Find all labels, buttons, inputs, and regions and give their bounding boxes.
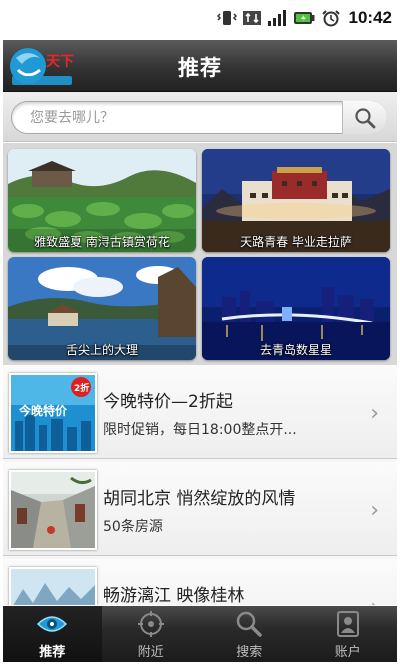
tile-caption: 舌尖上的大理 xyxy=(65,343,138,357)
data-transfer-icon xyxy=(242,11,261,25)
tile-caption: 去青岛数星星 xyxy=(259,343,332,357)
promo-grid: 雅致盛夏 南浔古镇赏荷花 天路青春 毕业走拉萨 舌尖上的大理 去青岛数星星 xyxy=(3,143,397,365)
chevron-right-icon: › xyxy=(370,401,379,426)
thumb-text: 今晚特价 xyxy=(18,403,68,418)
list-item-guilin[interactable]: 畅游漓江 映像桂林 › xyxy=(3,559,397,605)
night-city-image: 2折 今晚特价 xyxy=(11,375,95,451)
tab-search[interactable]: 搜索 xyxy=(200,606,299,662)
guilin-thumbnail xyxy=(9,567,97,605)
promo-tile-lhasa[interactable]: 天路青春 毕业走拉萨 xyxy=(202,149,390,252)
tab-label: 推荐 xyxy=(39,645,66,660)
list-item-tonight-deals[interactable]: 2折 今晚特价 今晚特价—2折起 限时促销，每日18:00整点开... › xyxy=(3,365,397,459)
search-icon xyxy=(355,107,376,128)
tab-account[interactable]: 账户 xyxy=(299,606,398,662)
account-icon xyxy=(336,611,359,637)
promo-tile-lotus[interactable]: 雅致盛夏 南浔古镇赏荷花 xyxy=(8,149,196,252)
status-icons: 10:42 xyxy=(216,8,392,28)
hutong-alley-image xyxy=(11,472,95,548)
signal-icon xyxy=(267,10,286,26)
list-item-subtitle: 50条房源 xyxy=(103,519,163,535)
list-item-subtitle: 限时促销，每日18:00整点开... xyxy=(103,422,297,438)
list-item-beijing-hutong[interactable]: 胡同北京 悄然绽放的风情 50条房源 › xyxy=(3,462,397,556)
battery-icon xyxy=(293,12,315,24)
list-item-title: 今晚特价—2折起 xyxy=(103,392,233,412)
search-icon xyxy=(237,611,262,637)
bottom-tab-bar: 推荐 附近 搜索 账户 xyxy=(3,606,397,662)
thumb-badge: 2折 xyxy=(74,382,89,394)
tab-label: 搜索 xyxy=(236,645,263,660)
chevron-right-icon: › xyxy=(370,498,379,523)
page-title: 推荐 xyxy=(178,56,222,80)
tile-caption: 雅致盛夏 南浔古镇赏荷花 xyxy=(34,235,170,249)
guilin-river-image xyxy=(11,569,95,605)
tonight-deal-thumbnail: 2折 今晚特价 xyxy=(9,373,97,453)
list-item-title: 胡同北京 悄然绽放的风情 xyxy=(103,489,296,509)
alarm-clock-icon xyxy=(321,10,340,27)
status-time: 10:42 xyxy=(348,8,392,27)
tab-label: 附近 xyxy=(137,645,164,660)
list-item-title: 畅游漓江 映像桂林 xyxy=(103,586,245,605)
tab-label: 账户 xyxy=(334,645,361,660)
tab-recommend[interactable]: 推荐 xyxy=(3,606,102,662)
search-input[interactable] xyxy=(11,101,387,134)
promo-tile-qingdao[interactable]: 去青岛数星星 xyxy=(202,257,390,360)
search-bar xyxy=(3,92,397,142)
promo-tile-dali[interactable]: 舌尖上的大理 xyxy=(8,257,196,360)
eye-icon xyxy=(37,616,68,632)
hutong-thumbnail xyxy=(9,470,97,550)
tile-caption: 天路青春 毕业走拉萨 xyxy=(240,235,352,249)
tab-nearby[interactable]: 附近 xyxy=(102,606,201,662)
chevron-right-icon: › xyxy=(370,595,379,605)
status-bar: 10:42 xyxy=(0,0,400,36)
search-button[interactable] xyxy=(342,101,387,134)
app-header: 天下 推荐 xyxy=(3,40,397,92)
location-target-icon xyxy=(137,611,164,637)
recommendation-list: 2折 今晚特价 今晚特价—2折起 限时促销，每日18:00整点开... › 胡同… xyxy=(3,365,397,605)
phone-vibrate-icon xyxy=(216,11,237,25)
